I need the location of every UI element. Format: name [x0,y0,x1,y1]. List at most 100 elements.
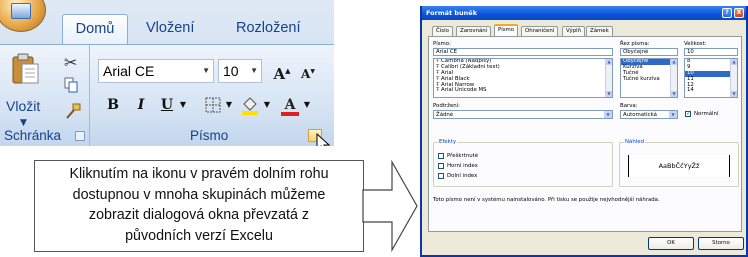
ok-button[interactable]: OK [648,237,694,250]
cancel-button[interactable]: Storno [698,237,744,250]
tab-fill[interactable]: Výplň [562,26,586,36]
preview-group: Náhled AaBbČčYyŽž [619,139,739,187]
format-cells-dialog: Formát buněk ? X Číslo Zarovnání Písmo O… [420,6,748,257]
paste-button-label[interactable]: Vložit [6,98,40,114]
grow-font-icon: A [273,65,286,83]
scroll-down-icon[interactable]: ▼ [731,91,737,97]
clipboard-group: Vložit ▼ ✂ Schránka [0,45,90,146]
chevron-down-icon[interactable]: ▼ [250,60,258,82]
scrollbar[interactable]: ▲ ▼ [605,59,612,97]
underline-value: Žádné [436,112,454,118]
tab-home[interactable]: Domů [62,14,128,45]
normal-font-label: Normální [694,111,719,117]
tab-protection[interactable]: Zámek [586,26,613,36]
font-color-button[interactable]: A [278,93,302,117]
strikethrough-checkbox[interactable] [438,153,444,159]
chevron-down-icon[interactable]: ▼ [669,111,677,118]
superscript-checkbox[interactable] [438,163,444,169]
preview-label: Náhled [624,139,645,145]
font-color-icon: A [284,97,296,113]
scrollbar[interactable]: ▲ ▼ [730,59,737,97]
tab-alignment[interactable]: Zarovnání [456,26,492,36]
callout-line: zobrazit dialogová okna převzatá z [88,207,310,223]
format-painter-icon[interactable] [64,103,82,119]
shrink-font-button[interactable]: A▼ [296,59,320,83]
scroll-up-icon[interactable]: ▲ [731,59,737,65]
font-list[interactable]: Ŧ Cambria (Nadpisy) Ŧ Calibri (Základní t… [433,58,613,98]
callout-line: dostupnou v mnoha skupinách můžeme [72,186,326,203]
tab-border[interactable]: Ohraničení [521,26,559,36]
list-item[interactable]: Ŧ Arial Unicode MS [434,88,612,94]
scroll-up-icon[interactable]: ▲ [606,59,612,65]
chevron-down-icon[interactable]: ▼ [202,60,210,82]
font-name-combobox[interactable]: Arial CE ▼ [98,59,214,83]
paste-icon[interactable] [12,53,40,85]
font-input[interactable]: Arial CE [433,48,613,56]
borders-button[interactable] [202,93,224,117]
list-item[interactable]: Tučné kurzíva [621,75,677,83]
ribbon-panel: Vložit ▼ ✂ Schránka Arial CE ▼ 10 ▼ A▲ A▼ … [0,44,334,146]
close-button[interactable]: X [734,8,744,18]
dialog-titlebar[interactable]: Formát buněk ? X [422,6,746,20]
font-group: Arial CE ▼ 10 ▼ A▲ A▼ B I U ▼ ▼ ▼ A ▼ Písm… [92,45,334,146]
color-select[interactable]: Automatická ▼ [620,110,678,119]
dialog-tabs: Číslo Zarovnání Písmo Ohraničení Výplň Z… [428,24,728,36]
scrollbar[interactable]: ▲ ▼ [670,59,677,97]
copy-icon[interactable] [64,77,78,93]
tab-font[interactable]: Písmo [494,24,519,36]
tab-page-layout[interactable]: Rozložení stránky [236,14,334,65]
tab-number[interactable]: Číslo [432,26,453,36]
size-label: Velikost: [684,41,707,47]
shrink-font-icon: A [301,67,311,81]
callout-line: Kliknutím na ikonu v pravém dolním rohu [69,166,329,182]
bold-button[interactable]: B [102,93,124,117]
scissors-icon[interactable]: ✂ [64,53,77,72]
mouse-pointer-icon [316,133,331,146]
underline-select[interactable]: Žádné ▼ [433,110,613,119]
list-item-label: Tučné kurzíva [623,75,660,82]
chevron-down-icon[interactable]: ▼ [224,93,234,117]
subscript-label: Dolní index [447,173,478,179]
font-name-value: Arial CE [103,63,155,79]
callout-box: Kliknutím na ikonu v pravém dolním rohu … [34,160,364,252]
effects-group: Efekty Přeškrtnuté Horní index Dolní ind… [433,139,613,187]
size-list[interactable]: 8 9 10 11 12 14 ▲ ▼ [684,58,738,98]
font-size-value: 10 [223,63,239,79]
help-button[interactable]: ? [722,8,732,18]
font-note: Toto písmo není v systému nainstalováno.… [433,197,660,203]
size-input[interactable]: 10 [684,48,738,56]
chevron-down-icon[interactable]: ▼ [178,93,188,117]
scroll-down-icon[interactable]: ▼ [671,91,677,97]
font-label: Písmo: [433,41,451,47]
list-item-label: Arial Unicode MS [441,87,487,94]
effects-label: Efekty [438,139,458,145]
scroll-down-icon[interactable]: ▼ [606,91,612,97]
font-color-swatch [281,112,299,116]
paint-bucket-icon [242,97,258,115]
normal-font-checkbox[interactable] [685,110,691,117]
underline-button[interactable]: U [156,93,178,117]
font-style-input[interactable]: Obyčejné [620,48,678,56]
chevron-down-icon[interactable]: ▼ [20,118,27,128]
font-group-label: Písmo [190,128,229,143]
font-style-list[interactable]: Obyčejné Kurzíva Tučné Tučné kurzíva ▲ ▼ [620,58,678,98]
list-item-label: 14 [687,87,694,94]
dialog-title: Formát buněk [426,9,478,17]
italic-button[interactable]: I [130,93,152,117]
clipboard-group-label: Schránka [4,128,62,143]
office-logo-icon [11,3,31,19]
font-style-label: Řez písma: [620,41,650,47]
clipboard-dialog-launcher-icon[interactable] [75,131,85,141]
chevron-down-icon[interactable]: ▼ [262,93,272,117]
font-tab-panel: Písmo: Arial CE Ŧ Cambria (Nadpisy) Ŧ Cal… [428,36,742,232]
subscript-checkbox[interactable] [438,173,444,179]
chevron-down-icon[interactable]: ▼ [604,111,612,118]
office-button[interactable] [0,0,46,32]
font-size-combobox[interactable]: 10 ▼ [218,59,262,83]
tab-insert[interactable]: Vložení [146,14,194,45]
callout-line: původních verzí Excelu [125,227,273,244]
fill-color-button[interactable] [238,93,262,117]
scroll-up-icon[interactable]: ▲ [671,59,677,65]
grow-font-button[interactable]: A▲ [270,59,294,83]
chevron-down-icon[interactable]: ▼ [302,93,312,117]
